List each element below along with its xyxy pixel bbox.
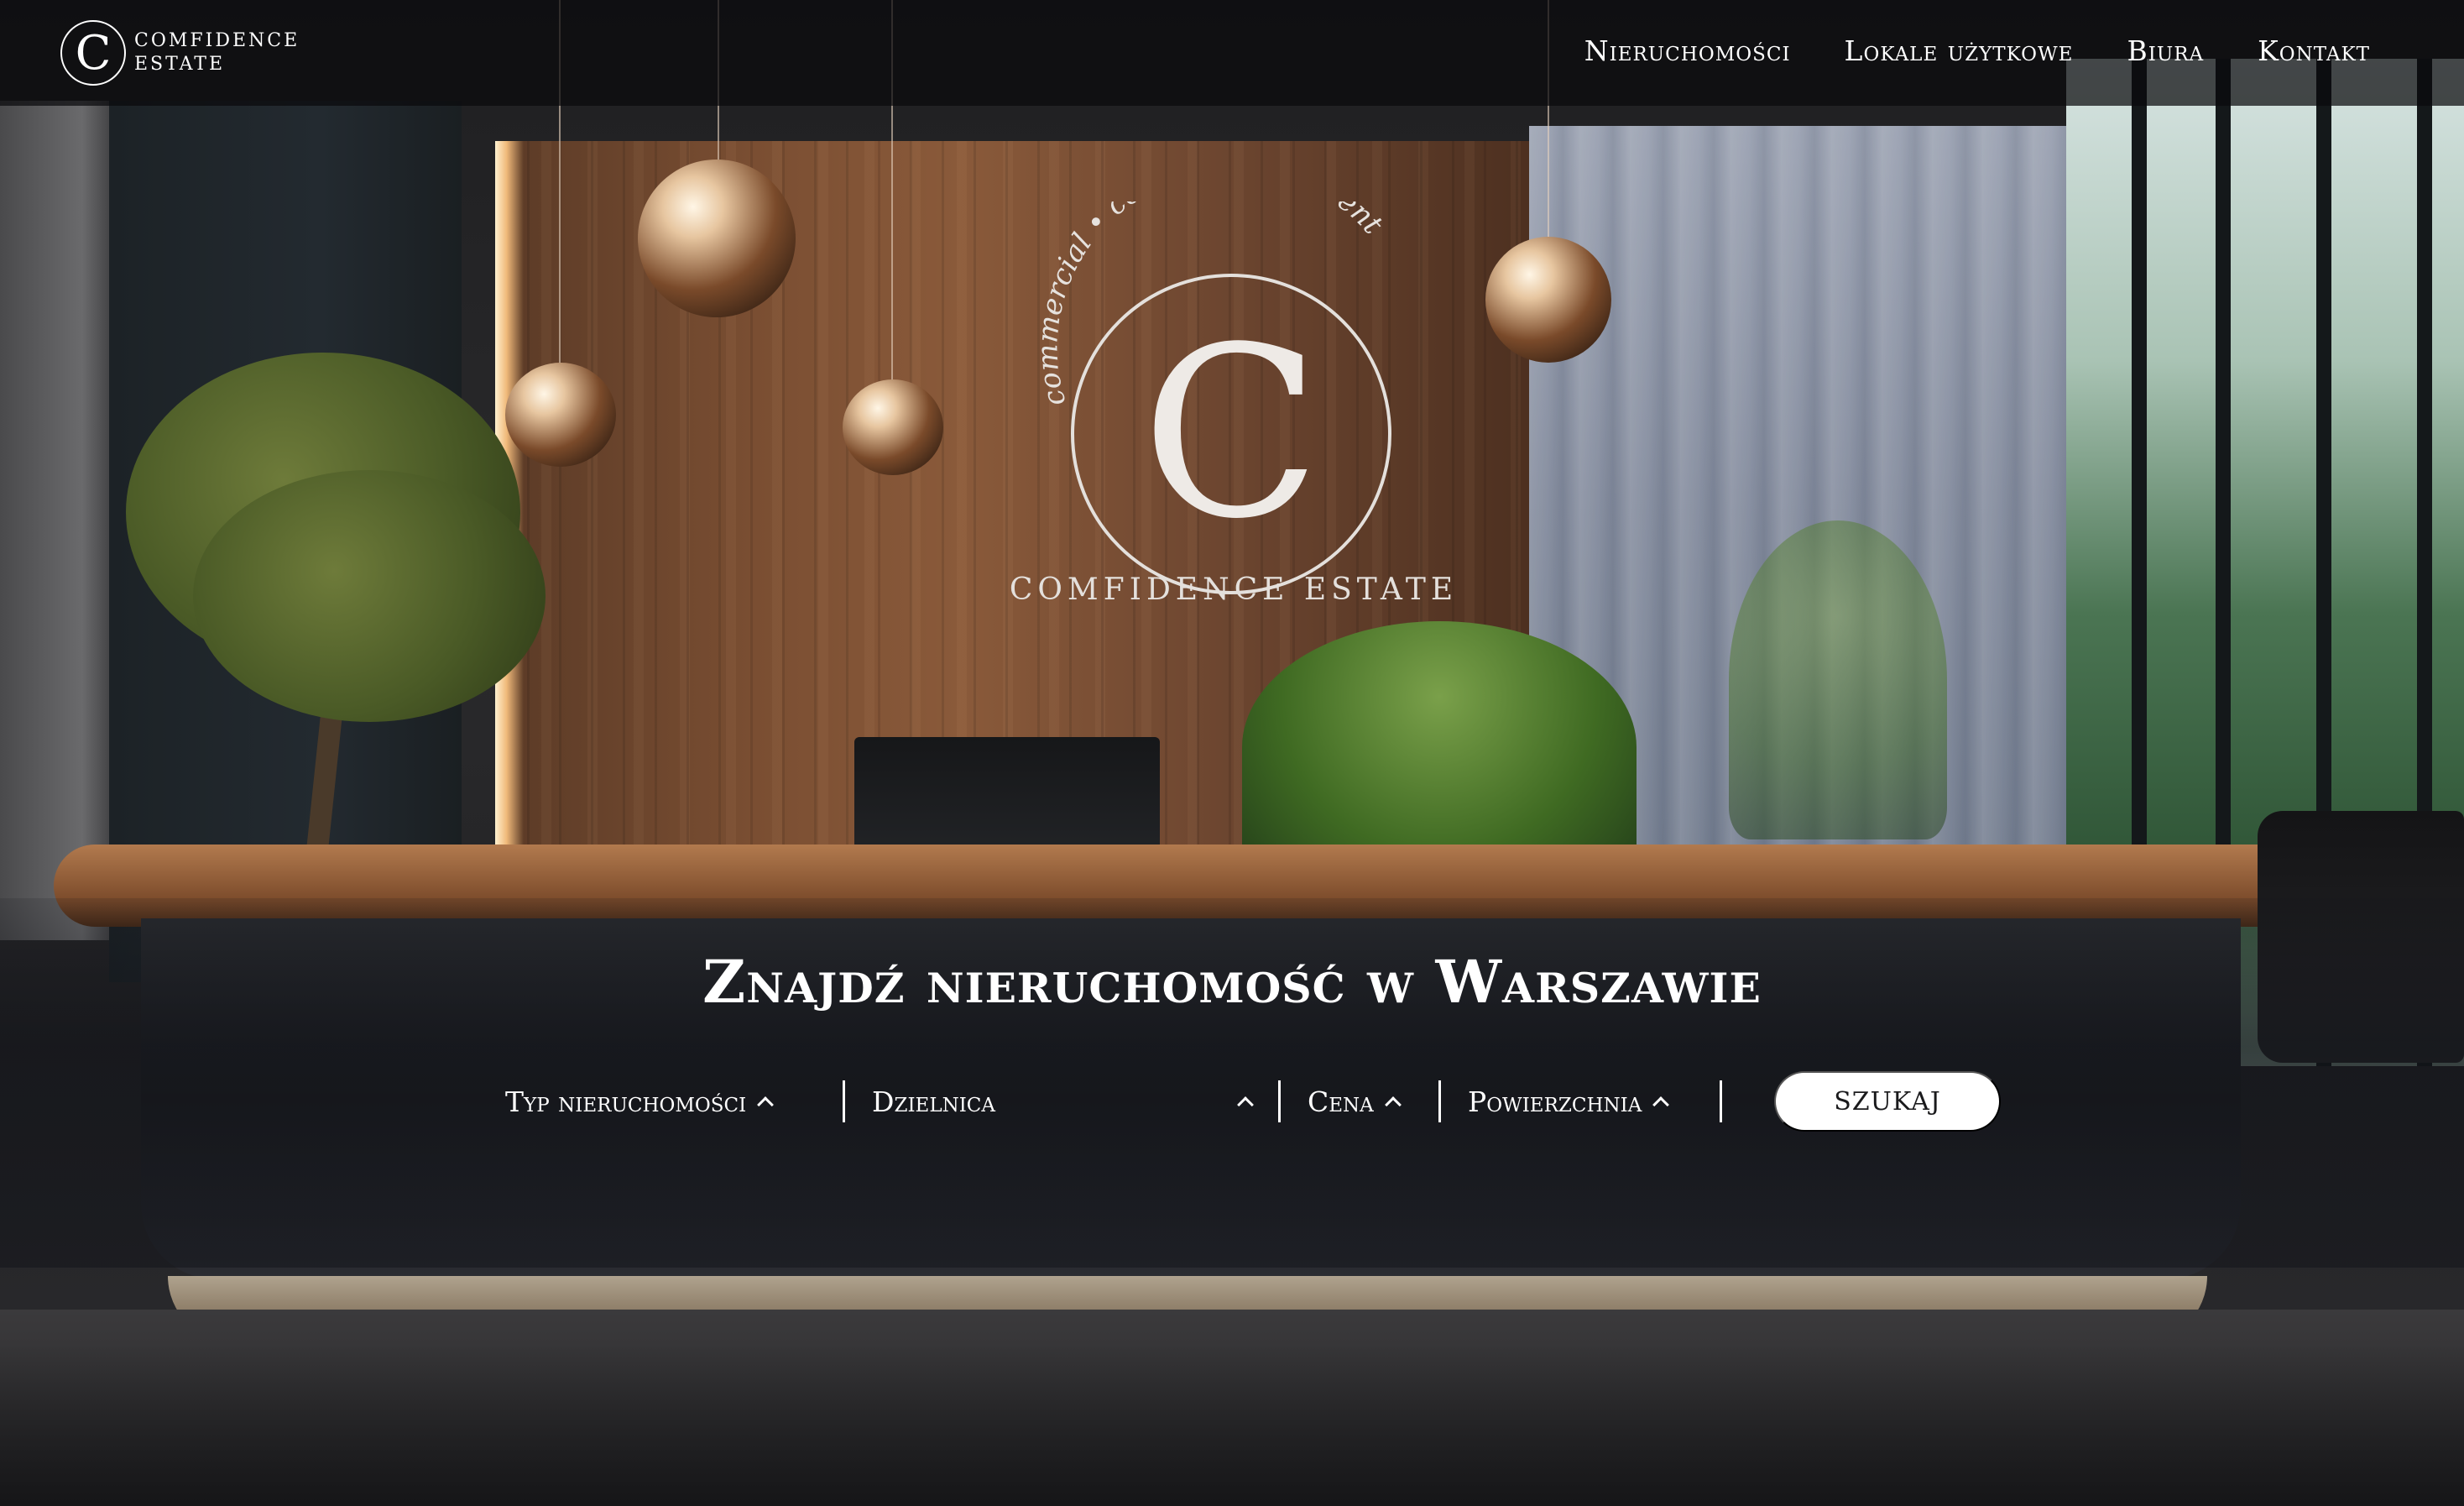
- filter-divider: [843, 1080, 845, 1122]
- nav-item-biura[interactable]: Biura: [2127, 34, 2204, 67]
- search-button[interactable]: SZUKAJ: [1774, 1071, 2001, 1132]
- brand-line-1: COMFIDENCE: [134, 30, 300, 51]
- chevron-up-icon: [757, 1096, 775, 1113]
- district-dropdown[interactable]: Dzielnica: [872, 1071, 1254, 1132]
- filter-divider: [1278, 1080, 1281, 1122]
- desk-plant: [1242, 621, 1637, 873]
- pendant-lamp: [843, 379, 943, 475]
- site-header: C COMFIDENCE ESTATE Nieruchomości Lokale…: [0, 0, 2464, 106]
- tree-canopy: [193, 470, 546, 722]
- filter-divider: [1720, 1080, 1722, 1122]
- nav-item-nieruchomosci[interactable]: Nieruchomości: [1584, 34, 1791, 67]
- district-label: Dzielnica: [872, 1085, 996, 1118]
- wall-sign-c-logo: C: [1141, 297, 1322, 571]
- wall-sign-wordmark: COMFIDENCE ESTATE: [1009, 573, 1459, 607]
- chevron-up-icon: [1237, 1096, 1254, 1113]
- property-type-label: Typ nieruchomości: [505, 1085, 747, 1118]
- concrete-wall: [0, 101, 117, 940]
- page-title: Znajdź nieruchomość w Warszawie: [702, 947, 1762, 1017]
- hero-background-image: commercial • comfort • confident C COMFI…: [0, 0, 2464, 1506]
- chevron-up-icon: [1384, 1096, 1402, 1113]
- pendant-lamp: [638, 159, 796, 317]
- logo-c-icon: C: [60, 20, 126, 86]
- pendant-lamp: [1485, 237, 1611, 363]
- chevron-up-icon: [1652, 1096, 1670, 1113]
- bottom-overlay: [0, 1343, 2464, 1506]
- area-dropdown[interactable]: Powierzchnia: [1468, 1071, 1693, 1132]
- nav-item-kontakt[interactable]: Kontakt: [2258, 34, 2370, 67]
- filter-divider: [1438, 1080, 1441, 1122]
- main-nav: Nieruchomości Lokale użytkowe Biura Kont…: [1584, 30, 2370, 71]
- window-plant: [1729, 520, 1947, 839]
- nav-item-lokale-uzytkowe[interactable]: Lokale użytkowe: [1845, 34, 2074, 67]
- property-type-dropdown[interactable]: Typ nieruchomości: [505, 1071, 816, 1132]
- brand-line-2: ESTATE: [134, 54, 226, 75]
- price-dropdown[interactable]: Cena: [1308, 1071, 1412, 1132]
- brand-name: COMFIDENCE ESTATE: [134, 29, 300, 76]
- price-label: Cena: [1308, 1085, 1374, 1118]
- pendant-lamp: [505, 363, 616, 467]
- property-search-bar: Typ nieruchomości Dzielnica Cena Powierz…: [505, 1071, 2001, 1132]
- brand-logo[interactable]: C COMFIDENCE ESTATE: [60, 20, 300, 86]
- area-label: Powierzchnia: [1468, 1085, 1642, 1118]
